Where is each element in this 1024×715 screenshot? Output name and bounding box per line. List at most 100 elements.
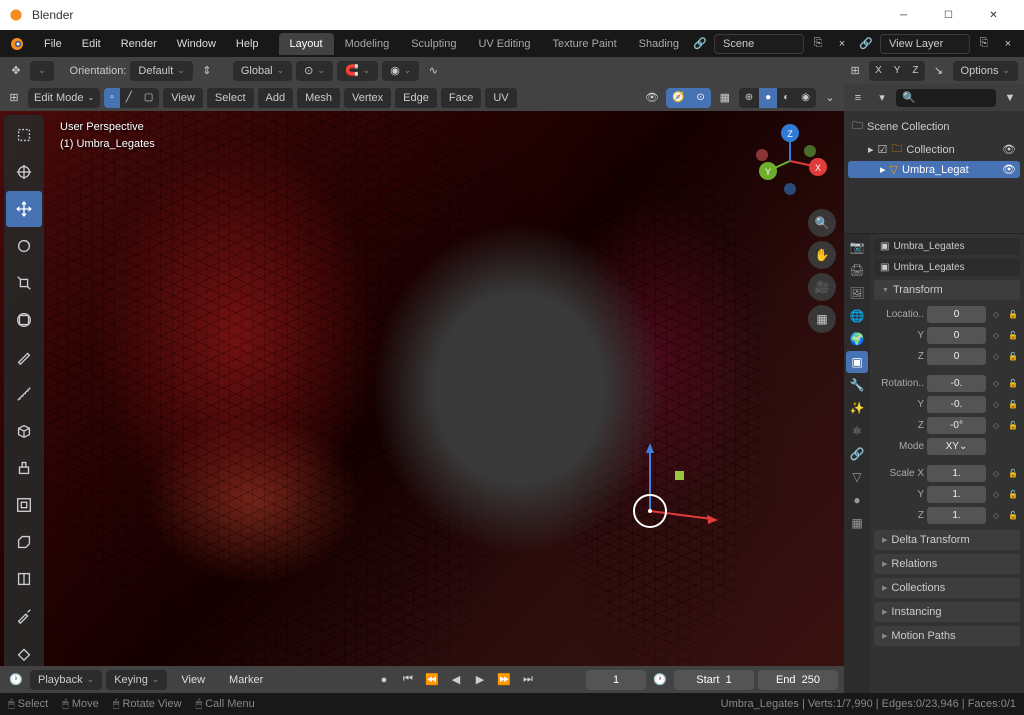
- axis-x[interactable]: X: [869, 61, 888, 81]
- tab-render[interactable]: 📷: [846, 236, 868, 258]
- menu-file[interactable]: File: [34, 34, 72, 54]
- mesh-menu[interactable]: Mesh: [297, 88, 340, 108]
- minimize-button[interactable]: ─: [881, 0, 926, 30]
- orientation-dd[interactable]: Default: [130, 61, 192, 81]
- timeline-marker[interactable]: Marker: [219, 670, 273, 690]
- rot-y[interactable]: -0.: [927, 396, 986, 413]
- menu-help[interactable]: Help: [226, 34, 269, 54]
- start-frame[interactable]: Start 1: [674, 670, 754, 690]
- tool-transform[interactable]: [6, 302, 42, 338]
- lock-icon[interactable]: 🔓: [1006, 308, 1020, 322]
- axis-y[interactable]: Y: [888, 61, 907, 81]
- axis-z[interactable]: Z: [906, 61, 924, 81]
- uv-menu[interactable]: UV: [485, 88, 516, 108]
- tab-data[interactable]: ▽: [846, 466, 868, 488]
- tool-dropdown[interactable]: [30, 61, 54, 81]
- scale-x[interactable]: 1.: [927, 465, 986, 482]
- mode-dropdown[interactable]: Edit Mode⌄: [28, 88, 100, 108]
- mesh-display-icon[interactable]: 👁: [642, 88, 662, 108]
- menu-edit[interactable]: Edit: [72, 34, 111, 54]
- jump-end-icon[interactable]: ⏭: [518, 670, 538, 690]
- shading-dd-icon[interactable]: ⌄: [820, 88, 840, 108]
- options-dd[interactable]: Options: [953, 61, 1018, 81]
- jump-prev-key-icon[interactable]: ⏪: [422, 670, 442, 690]
- blender-icon[interactable]: [4, 31, 30, 57]
- pivot-dd[interactable]: ⊙: [296, 61, 333, 81]
- tool-loopcut[interactable]: [6, 561, 42, 597]
- camera-icon[interactable]: 🎥: [808, 273, 836, 301]
- current-frame[interactable]: 1: [586, 670, 646, 690]
- layer-new-icon[interactable]: ⎘: [974, 34, 994, 54]
- xray-icon[interactable]: ▦: [715, 88, 735, 108]
- face-menu[interactable]: Face: [441, 88, 481, 108]
- shading-solid-icon[interactable]: ●: [759, 88, 777, 108]
- object-row[interactable]: ▸▽Umbra_Legat 👁: [848, 161, 1020, 178]
- anim-dot[interactable]: ◇: [989, 308, 1003, 322]
- tab-scene[interactable]: 🌐: [846, 305, 868, 327]
- zoom-icon[interactable]: 🔍: [808, 209, 836, 237]
- end-frame[interactable]: End 250: [758, 670, 838, 690]
- edge-menu[interactable]: Edge: [395, 88, 437, 108]
- pan-icon[interactable]: ✋: [808, 241, 836, 269]
- timeline-editor-icon[interactable]: 🕐: [6, 670, 26, 690]
- view-menu[interactable]: View: [163, 88, 203, 108]
- rot-z[interactable]: -0°: [927, 417, 986, 434]
- automerge-icon[interactable]: ↘: [929, 61, 949, 81]
- tab-viewlayer[interactable]: 🖼: [846, 282, 868, 304]
- tool-tweak[interactable]: [6, 117, 42, 153]
- tab-constraints[interactable]: 🔗: [846, 443, 868, 465]
- keying-dd[interactable]: Keying: [106, 670, 167, 690]
- nav-gizmo[interactable]: X Y Z: [750, 121, 830, 201]
- autokey-icon[interactable]: ●: [374, 670, 394, 690]
- tab-sculpting[interactable]: Sculpting: [400, 33, 467, 55]
- drag-icon[interactable]: ⇕: [197, 61, 217, 81]
- scene-field[interactable]: Scene: [714, 34, 804, 54]
- tab-physics[interactable]: ⚛: [846, 420, 868, 442]
- loc-z[interactable]: 0: [927, 348, 986, 365]
- edge-select-icon[interactable]: ╱: [120, 88, 138, 108]
- loc-y[interactable]: 0: [927, 327, 986, 344]
- jump-next-key-icon[interactable]: ⏩: [494, 670, 514, 690]
- tab-modeling[interactable]: Modeling: [334, 33, 401, 55]
- scale-y[interactable]: 1.: [927, 486, 986, 503]
- tab-modifiers[interactable]: 🔧: [846, 374, 868, 396]
- rot-mode[interactable]: XY ⌄: [927, 438, 986, 455]
- overlay-toggle-icon[interactable]: ⊙: [690, 88, 710, 108]
- jump-start-icon[interactable]: ⏮: [398, 670, 418, 690]
- vertex-menu[interactable]: Vertex: [344, 88, 391, 108]
- scene-browse-icon[interactable]: 🔗: [690, 34, 710, 54]
- mesh-options-icon[interactable]: ⊞: [845, 61, 865, 81]
- tool-annotate[interactable]: [6, 339, 42, 375]
- tool-move[interactable]: [6, 191, 42, 227]
- collection-row[interactable]: ▸☑🗀Collection 👁: [848, 138, 1020, 161]
- tool-inset[interactable]: [6, 487, 42, 523]
- scene-new-icon[interactable]: ⎘: [808, 34, 828, 54]
- tool-measure[interactable]: [6, 376, 42, 412]
- tool-scale[interactable]: [6, 265, 42, 301]
- section-relations[interactable]: Relations: [874, 554, 1020, 574]
- loc-x[interactable]: 0: [927, 306, 986, 323]
- preview-range-icon[interactable]: 🕐: [650, 670, 670, 690]
- layer-del-icon[interactable]: ×: [998, 34, 1018, 54]
- shading-material-icon[interactable]: ◐: [777, 88, 795, 108]
- transform-header[interactable]: Transform: [874, 280, 1020, 300]
- tab-world[interactable]: 🌍: [846, 328, 868, 350]
- viewlayer-field[interactable]: View Layer: [880, 34, 970, 54]
- tool-add-cube[interactable]: [6, 413, 42, 449]
- 3d-viewport[interactable]: User Perspective (1) Umbra_Legates: [0, 111, 844, 666]
- maximize-button[interactable]: ☐: [926, 0, 971, 30]
- filter-icon[interactable]: ▼: [1000, 88, 1020, 108]
- scale-z[interactable]: 1.: [927, 507, 986, 524]
- tab-uv[interactable]: UV Editing: [467, 33, 541, 55]
- tab-texture[interactable]: Texture Paint: [541, 33, 627, 55]
- tool-cursor[interactable]: [6, 154, 42, 190]
- vertex-select-icon[interactable]: ▫: [104, 88, 120, 108]
- tool-knife[interactable]: [6, 598, 42, 634]
- rot-x[interactable]: -0.: [927, 375, 986, 392]
- outliner-display-icon[interactable]: ▾: [872, 88, 892, 108]
- tab-output[interactable]: 🖨: [846, 259, 868, 281]
- transform-gizmo[interactable]: [580, 441, 720, 581]
- section-delta[interactable]: Delta Transform: [874, 530, 1020, 550]
- outliner-editor-icon[interactable]: ≡: [848, 88, 868, 108]
- object-name-field[interactable]: ▣ Umbra_Legates: [874, 259, 1020, 276]
